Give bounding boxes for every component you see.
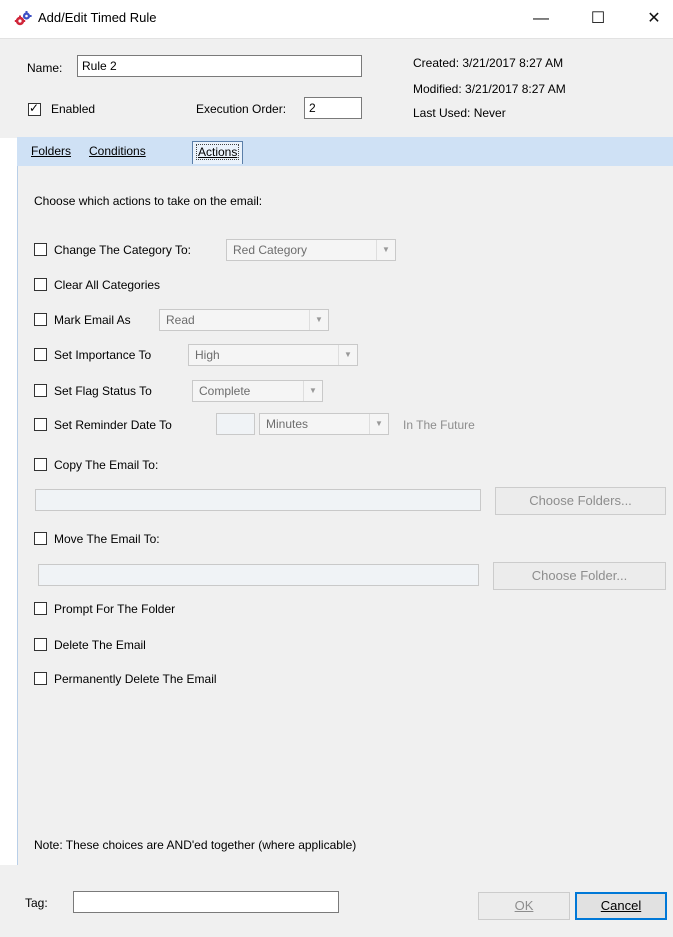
delete-email-label: Delete The Email [54, 638, 146, 652]
name-label: Name: [27, 61, 63, 75]
tab-conditions[interactable]: Conditions [89, 144, 146, 158]
created-text: Created: 3/21/2017 8:27 AM [413, 56, 564, 70]
mark-email-label: Mark Email As [54, 313, 131, 327]
cancel-button[interactable]: Cancel [575, 892, 667, 920]
reminder-unit-dropdown-value: Minutes [266, 417, 309, 431]
category-dropdown[interactable]: Red Category ▼ [226, 239, 396, 261]
dialog-footer: Tag: OK Cancel [0, 865, 673, 937]
cancel-button-label: Cancel [600, 898, 642, 913]
chevron-down-icon: ▼ [309, 310, 328, 330]
chevron-down-icon: ▼ [376, 240, 395, 260]
move-email-label: Move The Email To: [54, 532, 160, 546]
clear-categories-checkbox[interactable] [34, 278, 47, 291]
minimize-button[interactable]: — [526, 6, 556, 32]
copy-email-checkbox[interactable] [34, 458, 47, 471]
set-flag-checkbox[interactable] [34, 384, 47, 397]
set-reminder-label: Set Reminder Date To [54, 418, 172, 432]
prompt-folder-checkbox[interactable] [34, 602, 47, 615]
and-note: Note: These choices are AND'ed together … [34, 838, 357, 852]
window-title: Add/Edit Timed Rule [38, 10, 157, 25]
importance-dropdown-value: High [195, 348, 220, 362]
chevron-down-icon: ▼ [303, 381, 322, 401]
maximize-button[interactable]: ☐ [583, 6, 613, 32]
reminder-unit-dropdown[interactable]: Minutes ▼ [259, 413, 389, 435]
flag-status-dropdown-value: Complete [199, 384, 251, 398]
reminder-suffix: In The Future [403, 418, 475, 432]
change-category-checkbox[interactable] [34, 243, 47, 256]
delete-email-checkbox[interactable] [34, 638, 47, 651]
flag-status-dropdown[interactable]: Complete ▼ [192, 380, 323, 402]
ok-button[interactable]: OK [478, 892, 570, 920]
enabled-checkbox[interactable] [28, 101, 41, 116]
tag-label: Tag: [25, 896, 48, 910]
tab-strip: Folders Conditions Actions [17, 137, 673, 167]
chevron-down-icon: ▼ [369, 414, 388, 434]
tab-actions-label: Actions [198, 145, 238, 159]
set-reminder-checkbox[interactable] [34, 418, 47, 431]
perm-delete-checkbox[interactable] [34, 672, 47, 685]
tab-folders-label: Folders [31, 144, 72, 158]
actions-intro: Choose which actions to take on the emai… [34, 194, 263, 208]
copy-folder-input[interactable] [35, 489, 481, 511]
clear-categories-label: Clear All Categories [54, 278, 161, 292]
chevron-down-icon: ▼ [338, 345, 357, 365]
modified-text: Modified: 3/21/2017 8:27 AM [413, 82, 566, 96]
choose-folder-button[interactable]: Choose Folder... [493, 562, 666, 590]
rule-header: Name: Rule 2 Enabled Execution Order: 2 … [0, 38, 673, 138]
tab-conditions-label: Conditions [89, 144, 146, 158]
execution-order-input[interactable]: 2 [304, 97, 362, 119]
name-input[interactable]: Rule 2 [77, 55, 362, 77]
last-used-text: Last Used: Never [413, 106, 506, 120]
set-importance-label: Set Importance To [54, 348, 152, 362]
move-folder-input[interactable] [38, 564, 479, 586]
move-email-checkbox[interactable] [34, 532, 47, 545]
set-flag-label: Set Flag Status To [54, 384, 152, 398]
ok-button-label: OK [514, 898, 534, 913]
enabled-label: Enabled [51, 102, 96, 116]
tab-actions[interactable]: Actions [192, 141, 244, 164]
set-importance-checkbox[interactable] [34, 348, 47, 361]
prompt-folder-label: Prompt For The Folder [54, 602, 176, 616]
mark-email-dropdown-value: Read [166, 313, 195, 327]
perm-delete-label: Permanently Delete The Email [54, 672, 217, 686]
mark-email-dropdown[interactable]: Read ▼ [159, 309, 329, 331]
category-dropdown-value: Red Category [233, 243, 308, 257]
change-category-label: Change The Category To: [54, 243, 191, 257]
reminder-amount-input[interactable] [216, 413, 255, 435]
tab-folders[interactable]: Folders [31, 144, 71, 158]
title-bar: Add/Edit Timed Rule — ☐ ✕ [0, 0, 673, 38]
importance-dropdown[interactable]: High ▼ [188, 344, 358, 366]
close-button[interactable]: ✕ [639, 6, 669, 32]
tag-input[interactable] [73, 891, 339, 913]
choose-folders-button[interactable]: Choose Folders... [495, 487, 666, 515]
mark-email-checkbox[interactable] [34, 313, 47, 326]
gears-icon [14, 11, 32, 26]
actions-panel: Choose which actions to take on the emai… [17, 166, 673, 866]
execution-order-label: Execution Order: [196, 102, 287, 116]
copy-email-label: Copy The Email To: [54, 458, 159, 472]
